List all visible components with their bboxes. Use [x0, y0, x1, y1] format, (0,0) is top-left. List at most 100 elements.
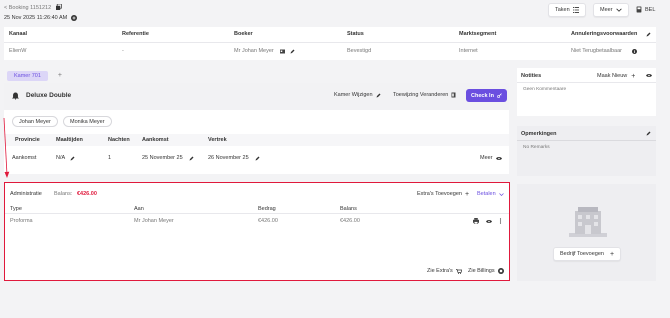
- room-tabs: Kamer 701 +: [7, 69, 62, 82]
- notes-panel: Notities Maak Nieuw + Geen Kommentaare: [517, 68, 656, 116]
- add-extras-label: Extra's Toevoegen: [417, 191, 462, 197]
- col-status: Status: [347, 31, 364, 37]
- change-assignment-label: Toewijzing Veranderen: [393, 92, 449, 98]
- key-icon: [497, 93, 502, 98]
- pay-label: Betalen: [477, 191, 496, 197]
- room-table-row: Aankomst N/A 1 25 November 25 26 Novembe…: [4, 146, 509, 174]
- edit-icon[interactable]: [646, 131, 651, 136]
- administration-panel: Administratie Balans: €426.00 Extra's To…: [4, 182, 510, 281]
- admin-table-header: Type Aan Bedrag Balans: [5, 203, 509, 212]
- col-market-segment: Marktsegment: [459, 31, 497, 37]
- tasks-label: Taken: [555, 7, 570, 13]
- eye-icon[interactable]: [646, 73, 652, 78]
- balance-row-value: €426.00: [340, 218, 360, 224]
- col-booker: Boeker: [234, 31, 253, 37]
- print-icon[interactable]: [473, 218, 479, 224]
- market-segment-value: Internet: [459, 48, 478, 54]
- booker-value[interactable]: Mr Johan Meyer: [234, 48, 274, 54]
- arrival-value: 25 November 25: [142, 155, 183, 161]
- kebab-menu-icon[interactable]: [499, 218, 502, 224]
- tasks-button[interactable]: Taken: [548, 3, 586, 17]
- province-value: Aankomst: [12, 155, 37, 161]
- annotation-arrow: [3, 118, 10, 178]
- status-value: Bevestigd: [347, 48, 372, 54]
- phone-icon: [636, 6, 642, 13]
- room-type: Deluxe Double: [26, 92, 72, 99]
- check-in-button[interactable]: Check In: [466, 89, 507, 102]
- building-icon: [569, 207, 607, 237]
- guest-list: Johan Meyer Monika Meyer: [4, 110, 509, 134]
- info-icon[interactable]: [632, 49, 637, 54]
- back-link[interactable]: < Booking 1151212: [4, 4, 62, 11]
- reference-value: -: [122, 48, 124, 54]
- check-in-label: Check In: [471, 92, 494, 99]
- remarks-panel: Opmerkingen No Remarks: [517, 126, 656, 176]
- add-company-button[interactable]: Bedrijf Toevoegen +: [553, 247, 622, 261]
- col-to: Aan: [134, 206, 144, 212]
- admin-table-row: Proforma Mr Johan Meyer €426.00 €426.00: [5, 213, 509, 226]
- nights-value: 1: [108, 155, 112, 161]
- row-more-button[interactable]: Meer: [480, 155, 502, 161]
- col-balance: Balans: [340, 206, 357, 212]
- guest-chip[interactable]: Johan Meyer: [12, 116, 58, 127]
- col-cancellation: Annuleringsvoorwaarden: [571, 31, 638, 37]
- row-more-label: Meer: [480, 155, 493, 161]
- booking-table-row: ElienW - Mr Johan Meyer Bevestigd Intern…: [4, 42, 656, 60]
- admin-header: Administratie Balans: €426.00 Extra's To…: [5, 183, 509, 203]
- datetime-text: 25 Nov 2025 11:26:40 AM: [4, 15, 68, 21]
- tab-room-701[interactable]: Kamer 701: [7, 70, 48, 81]
- cancellation-value: Niet Terugbetaalbaar: [571, 48, 622, 54]
- edit-booker-icon[interactable]: [290, 49, 295, 54]
- col-arrival: Aankomst: [142, 137, 169, 143]
- copy-icon[interactable]: [55, 4, 62, 10]
- more-label: Meer: [600, 7, 613, 13]
- chevron-down-icon: [498, 192, 504, 196]
- billing-icon: [497, 268, 504, 274]
- pay-button[interactable]: Betalen: [477, 191, 504, 197]
- edit-arrival-icon[interactable]: [189, 156, 194, 161]
- booking-info-table: Kanaal Referentie Boeker Status Marktseg…: [4, 27, 656, 60]
- plus-icon: +: [631, 72, 636, 80]
- company-panel: Bedrijf Toevoegen +: [517, 184, 656, 281]
- guest-chip[interactable]: Monika Meyer: [63, 116, 112, 127]
- back-label[interactable]: < Booking 1151212: [4, 5, 51, 11]
- add-extras-button[interactable]: Extra's Toevoegen +: [417, 190, 470, 198]
- add-circle-icon[interactable]: [71, 15, 78, 21]
- notes-empty: Geen Kommentaare: [523, 87, 567, 92]
- change-assignment-button[interactable]: Toewijzing Veranderen: [393, 92, 456, 98]
- document-icon: [451, 92, 456, 98]
- eye-icon: [495, 156, 502, 160]
- see-billings-button[interactable]: Zie Billings: [468, 268, 504, 274]
- list-icon: [572, 7, 579, 13]
- more-button[interactable]: Meer: [593, 3, 629, 17]
- room-table-header: Provincie Maaltijden Nachten Aankomst Ve…: [4, 134, 509, 146]
- id-card-icon[interactable]: [280, 49, 285, 54]
- bell-icon: [12, 92, 19, 100]
- balance-label: Balans:: [54, 191, 73, 197]
- add-company-label: Bedrijf Toevoegen: [560, 251, 604, 257]
- call-label: BEL: [645, 6, 656, 13]
- amount-value: €426.00: [258, 218, 278, 224]
- call-button[interactable]: BEL: [636, 6, 655, 13]
- room-panel: Deluxe Double Kamer Wijzigen Toewijzing …: [4, 83, 509, 174]
- col-reference: Referentie: [122, 31, 149, 37]
- add-room-tab-button[interactable]: +: [58, 72, 62, 79]
- remarks-empty: No Remarks: [523, 145, 550, 150]
- eye-icon[interactable]: [486, 219, 492, 224]
- edit-departure-icon[interactable]: [255, 156, 260, 161]
- col-meals: Maaltijden: [56, 137, 83, 143]
- col-channel: Kanaal: [9, 31, 28, 37]
- remarks-title: Opmerkingen: [521, 131, 557, 137]
- new-note-button[interactable]: Maak Nieuw +: [597, 72, 636, 80]
- edit-meals-icon[interactable]: [70, 156, 75, 161]
- edit-icon[interactable]: [646, 32, 651, 37]
- pencil-icon: [376, 93, 381, 97]
- col-departure: Vertrek: [208, 137, 227, 143]
- col-type: Type: [10, 206, 22, 212]
- change-room-button[interactable]: Kamer Wijzigen: [334, 92, 381, 98]
- plus-icon: +: [464, 190, 470, 198]
- see-extras-button[interactable]: Zie Extra's: [427, 268, 462, 274]
- col-amount: Bedrag: [258, 206, 276, 212]
- chevron-down-icon: [615, 8, 622, 12]
- notes-title: Notities: [521, 73, 542, 79]
